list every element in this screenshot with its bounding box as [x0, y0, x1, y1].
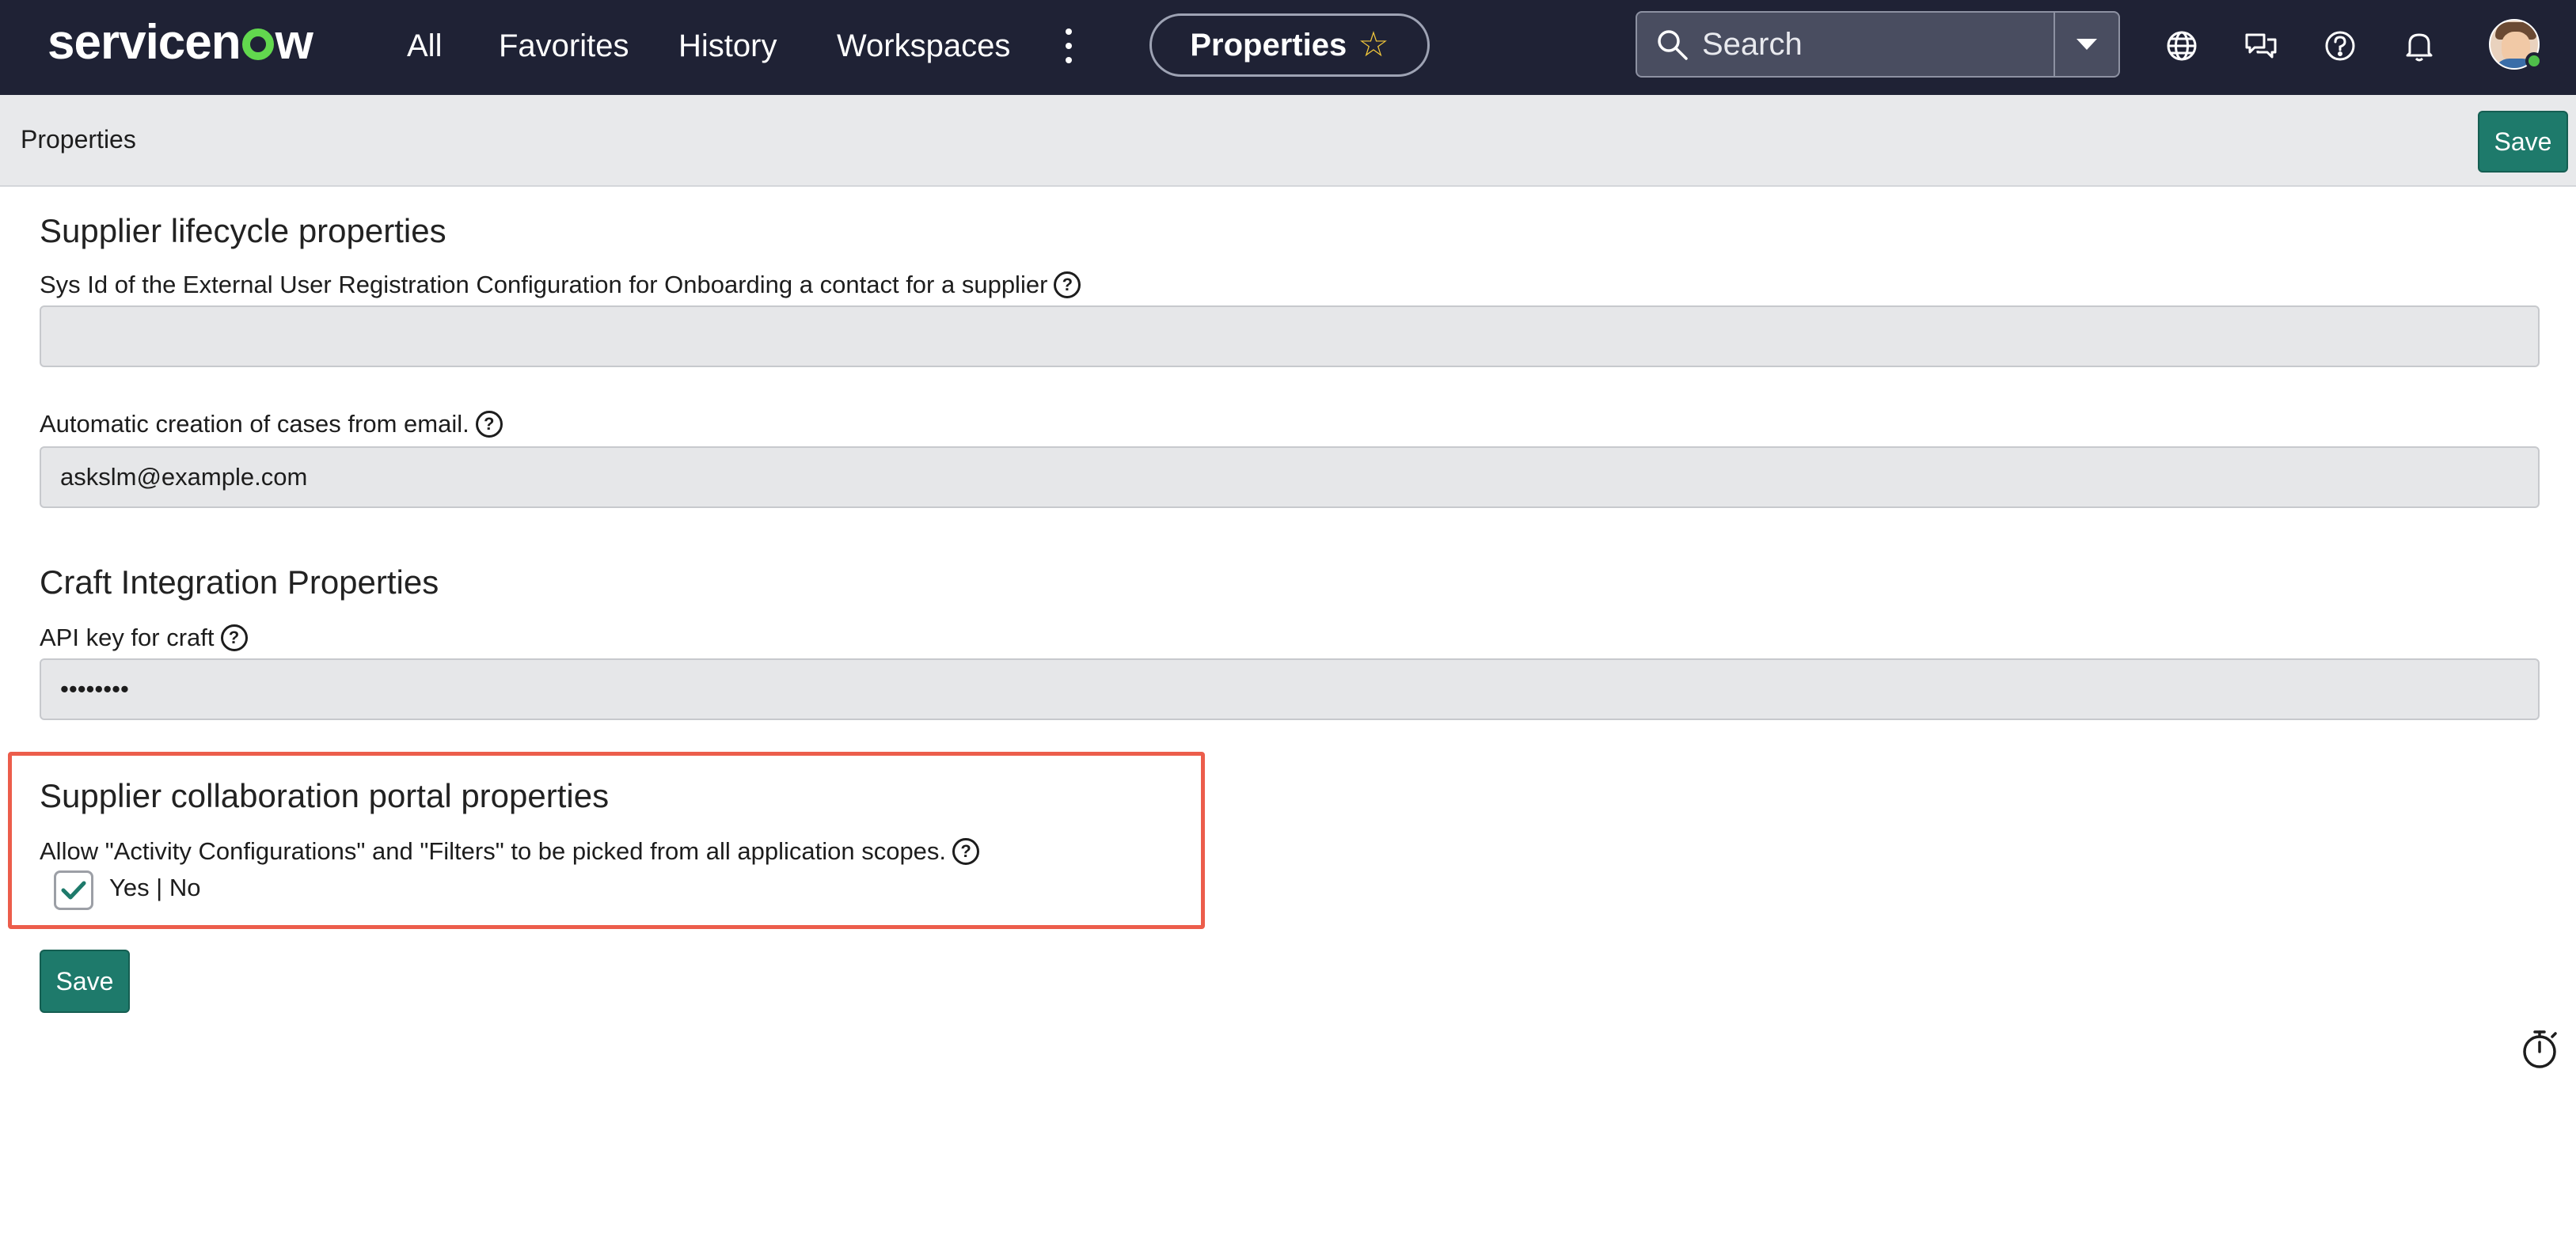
star-icon[interactable]: ☆: [1358, 28, 1389, 63]
footer-save-button[interactable]: Save: [40, 950, 130, 1013]
top-navigation-bar: servicen w All Favorites History Workspac…: [0, 0, 2576, 95]
checkbox-yes-no-text: Yes | No: [109, 874, 201, 901]
stopwatch-icon[interactable]: [2521, 1027, 2560, 1070]
checkmark-icon: [61, 881, 86, 900]
context-pill-label: Properties: [1190, 27, 1347, 63]
allow-all-scopes-checkbox[interactable]: [54, 870, 93, 910]
field-label-api-key: API key for craft ?: [40, 624, 248, 652]
nav-all[interactable]: All: [407, 25, 442, 66]
nav-workspaces[interactable]: Workspaces: [837, 25, 1010, 66]
help-icon[interactable]: ?: [220, 624, 248, 651]
section-title-supplier-lifecycle: Supplier lifecycle properties: [40, 212, 446, 249]
api-key-password-input[interactable]: ••••••••: [40, 658, 2540, 720]
field-label-text: Automatic creation of cases from email.: [40, 410, 469, 438]
page-title: Properties: [21, 125, 136, 154]
section-title-craft-integration: Craft Integration Properties: [40, 563, 439, 601]
header-save-button[interactable]: Save: [2478, 111, 2568, 173]
servicenow-logo[interactable]: servicen w: [47, 17, 313, 68]
logo-o-mark: [241, 28, 274, 60]
more-vertical-icon[interactable]: [1061, 28, 1077, 63]
chat-icon[interactable]: [2240, 25, 2282, 66]
globe-icon[interactable]: [2161, 25, 2202, 66]
sys-id-input[interactable]: [40, 305, 2540, 367]
context-pill-properties[interactable]: Properties ☆: [1149, 13, 1430, 77]
help-icon[interactable]: ?: [475, 411, 503, 438]
nav-history[interactable]: History: [678, 25, 777, 66]
field-label-text: Sys Id of the External User Registration…: [40, 271, 1048, 298]
field-label-auto-case-email: Automatic creation of cases from email. …: [40, 410, 503, 438]
presence-status-indicator: [2525, 52, 2543, 70]
help-icon[interactable]: ?: [1054, 271, 1081, 298]
search-scope-dropdown[interactable]: [2055, 13, 2118, 76]
help-icon[interactable]: ?: [952, 838, 980, 865]
form-header: Properties Save: [0, 95, 2576, 187]
global-search[interactable]: Search: [1636, 11, 2120, 78]
search-input[interactable]: Search: [1702, 27, 2054, 63]
field-label-text: Allow "Activity Configurations" and "Fil…: [40, 837, 947, 865]
auto-case-email-input[interactable]: askslm@example.com: [40, 446, 2540, 508]
chevron-down-icon: [2076, 39, 2097, 50]
field-label-text: API key for craft: [40, 624, 215, 651]
search-icon: [1658, 30, 1688, 60]
section-title-supplier-collab-portal: Supplier collaboration portal properties: [40, 777, 610, 814]
field-label-allow-all-scopes: Allow "Activity Configurations" and "Fil…: [40, 837, 980, 866]
field-label-sys-id: Sys Id of the External User Registration…: [40, 271, 1081, 299]
bell-icon[interactable]: [2399, 25, 2440, 66]
nav-favorites[interactable]: Favorites: [499, 25, 629, 66]
help-icon[interactable]: [2320, 25, 2361, 66]
